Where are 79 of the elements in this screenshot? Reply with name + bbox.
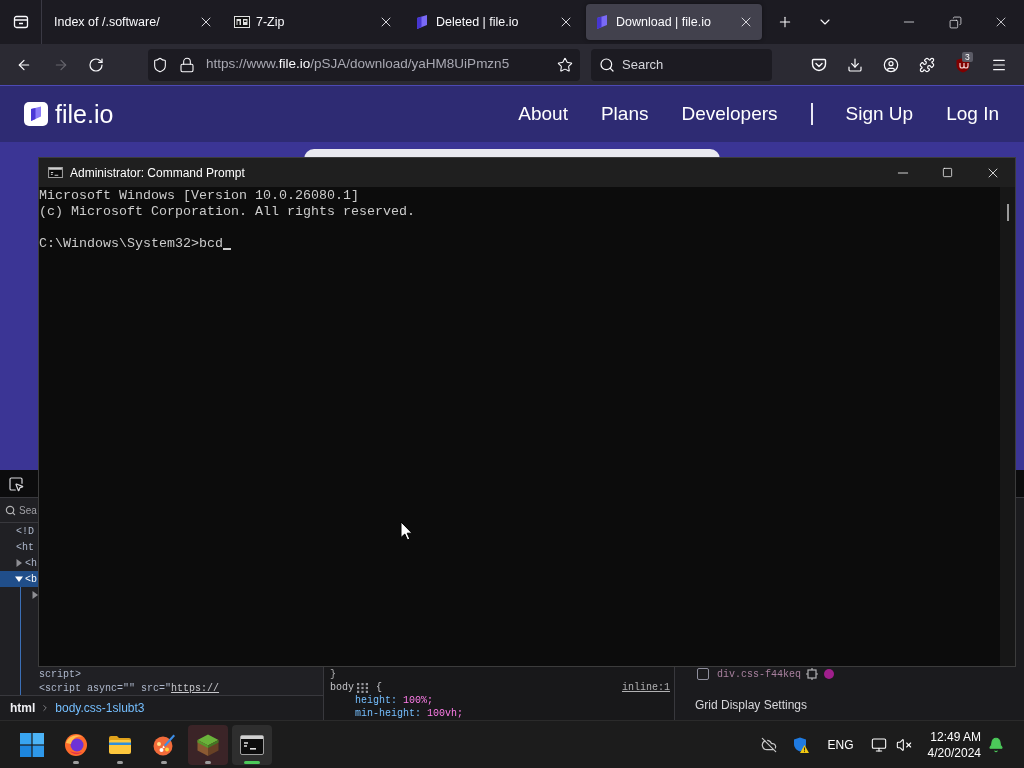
- site-logo-icon: [414, 14, 430, 30]
- taskbar-app-button[interactable]: [232, 724, 272, 765]
- nav-link[interactable]: Log In: [946, 99, 999, 129]
- console-line: C:\Windows\System32>bcd: [39, 236, 223, 252]
- breadcrumb[interactable]: body.css-1slubt3: [55, 699, 145, 717]
- archive-logo-icon: [234, 16, 250, 28]
- grass-block-icon: [196, 732, 220, 757]
- breadcrumb[interactable]: html: [10, 699, 36, 717]
- download-icon[interactable]: [847, 56, 863, 73]
- css-declaration: height: 100%;: [355, 694, 434, 707]
- markup-row[interactable]: <script async="" src="https://: [31, 681, 220, 695]
- markup-row[interactable]: script>: [31, 667, 81, 681]
- shield-warning-icon[interactable]: [792, 736, 809, 753]
- markup-row[interactable]: <ht: [0, 539, 34, 555]
- collapsed-triangle-icon[interactable]: [15, 559, 23, 567]
- source-link[interactable]: inline:1: [622, 681, 670, 694]
- reload-icon[interactable]: [88, 56, 104, 73]
- node-target-icon[interactable]: [806, 668, 818, 680]
- markup-row[interactable]: <!D: [0, 523, 34, 539]
- code-text: {: [376, 681, 383, 694]
- address-bar[interactable]: https://www.file.io/pSJA/download/yaHM8UiPmzn5: [148, 48, 580, 81]
- shield-icon[interactable]: [152, 56, 168, 73]
- markup-row[interactable]: <b: [0, 571, 38, 587]
- bell-icon[interactable]: [988, 736, 1004, 753]
- console-line: (c) Microsoft Corporation. All rights reserved.: [39, 204, 415, 220]
- nav-link[interactable]: About: [518, 99, 568, 129]
- site-logo-icon[interactable]: [24, 102, 48, 126]
- clock-button[interactable]: 12:49 AM 4/20/2024: [927, 728, 981, 761]
- pick-element-icon[interactable]: [8, 475, 24, 492]
- window-title: Administrator: Command Prompt: [70, 164, 245, 182]
- markup-row[interactable]: <h: [0, 555, 37, 571]
- four-squares-icon: [20, 732, 44, 757]
- bookmark-star-icon[interactable]: [557, 56, 573, 73]
- search-input[interactable]: Search: [622, 54, 762, 75]
- extension-badge: 3: [962, 51, 973, 62]
- lock-icon[interactable]: [179, 56, 195, 73]
- browser-tab[interactable]: Download | file.io: [586, 4, 762, 40]
- html-search-field[interactable]: Sea: [19, 502, 38, 518]
- monitor-icon[interactable]: [870, 736, 887, 753]
- grid-checkbox[interactable]: [697, 668, 709, 680]
- maximize-icon[interactable]: [942, 167, 953, 178]
- search-icon: [599, 56, 615, 73]
- css-selector: body: [330, 681, 354, 694]
- console-line: Microsoft Windows [Version 10.0.26080.1]: [39, 188, 359, 204]
- palette-brush-icon: [152, 732, 176, 757]
- browser-tab[interactable]: 7-Zip: [226, 4, 402, 40]
- restore-icon[interactable]: [948, 15, 962, 29]
- text-cursor-icon: [222, 248, 231, 250]
- mouse-pointer-icon: [400, 521, 413, 541]
- grid-dots-icon[interactable]: [357, 682, 368, 693]
- search-field[interactable]: Search: [591, 48, 772, 81]
- nav-link[interactable]: Plans: [600, 99, 649, 129]
- scrollbar-thumb: [1006, 204, 1009, 221]
- nav-link[interactable]: Developers: [681, 99, 778, 129]
- terminal-icon: [240, 734, 264, 755]
- section-heading: Grid Display Settings: [695, 697, 808, 710]
- collapsed-triangle-icon[interactable]: [31, 591, 39, 599]
- language-indicator[interactable]: ENG: [827, 735, 854, 754]
- expanded-triangle-icon[interactable]: [15, 575, 23, 583]
- code-text: }: [330, 668, 336, 681]
- search-icon: [5, 504, 16, 516]
- taskbar-app-button[interactable]: [188, 724, 228, 765]
- nav-link[interactable]: Sign Up: [845, 99, 914, 129]
- puzzle-icon[interactable]: [919, 56, 935, 73]
- tab-list-icon[interactable]: [12, 14, 29, 30]
- site-logo-text[interactable]: file.io: [55, 101, 114, 127]
- fox-globe-icon: [64, 732, 88, 757]
- new-tab-icon[interactable]: [777, 14, 793, 30]
- cloud-off-icon[interactable]: [760, 736, 777, 753]
- browser-tab[interactable]: Index of /.software/: [46, 4, 222, 40]
- folder-icon: [108, 734, 132, 755]
- site-logo-icon: [594, 14, 610, 30]
- account-icon[interactable]: [883, 56, 899, 73]
- speaker-muted-icon[interactable]: [895, 736, 912, 753]
- pocket-icon[interactable]: [811, 56, 827, 73]
- grid-item-label: div.css-f44keq: [717, 667, 801, 682]
- css-declaration: min-height: 100vh;: [355, 707, 464, 720]
- browser-tab[interactable]: Deleted | file.io: [406, 4, 582, 40]
- terminal-icon: [48, 167, 63, 178]
